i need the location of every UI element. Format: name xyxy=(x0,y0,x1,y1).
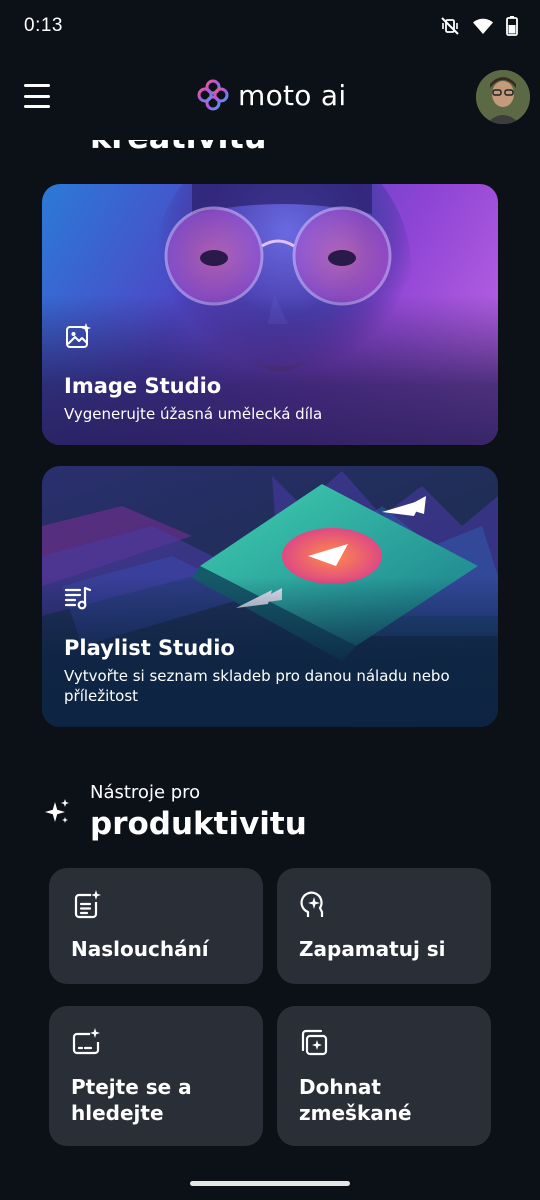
note-sparkle-icon xyxy=(74,890,101,919)
avatar-photo-icon xyxy=(476,70,530,124)
playlist-studio-card[interactable]: Playlist Studio Vytvořte si seznam sklad… xyxy=(42,466,498,727)
tool-tile-zapamatuj[interactable]: Zapamatuj si xyxy=(277,868,491,984)
vibrate-off-icon xyxy=(441,17,459,35)
menu-button[interactable] xyxy=(24,84,50,108)
status-bar: 0:13 xyxy=(0,0,540,56)
catch-up-icon xyxy=(301,1029,328,1056)
moto-ai-logo-icon xyxy=(197,79,229,111)
brain-sparkle-icon xyxy=(300,891,324,917)
tool-label: Naslouchání xyxy=(71,937,209,961)
tool-label: Ptejte se a hledejte xyxy=(71,1075,192,1125)
home-indicator[interactable] xyxy=(190,1181,350,1186)
card-title: Image Studio xyxy=(64,374,222,398)
image-sparkle-icon xyxy=(66,323,91,348)
status-icons xyxy=(440,16,518,36)
logo-text: moto ai xyxy=(238,78,347,112)
sparkle-icon xyxy=(45,799,69,823)
playlist-music-icon xyxy=(64,586,92,610)
tool-label: Dohnat zmeškané xyxy=(299,1075,412,1125)
card-title: Playlist Studio xyxy=(64,636,235,660)
section-title: produktivitu xyxy=(90,806,307,842)
battery-icon xyxy=(506,16,518,36)
productivity-section-header: Nástroje pro produktivitu xyxy=(44,780,504,846)
tool-tile-ptejte[interactable]: Ptejte se a hledejte xyxy=(49,1006,263,1146)
logo: moto ai xyxy=(196,78,346,112)
status-time: 0:13 xyxy=(24,15,63,36)
card-description: Vytvořte si seznam skladeb pro danou nál… xyxy=(64,667,450,705)
tool-label: Zapamatuj si xyxy=(299,937,446,961)
tool-tile-dohnat[interactable]: Dohnat zmeškané xyxy=(277,1006,491,1146)
image-studio-card[interactable]: Image Studio Vygenerujte úžasná umělecká… xyxy=(42,184,498,445)
wifi-icon xyxy=(473,18,493,34)
avatar[interactable] xyxy=(476,70,530,124)
app-header: moto ai xyxy=(0,56,540,140)
section-subtitle: Nástroje pro xyxy=(90,782,201,803)
tool-tile-naslouchani[interactable]: Naslouchání xyxy=(49,868,263,984)
card-description: Vygenerujte úžasná umělecká díla xyxy=(64,405,323,423)
search-sparkle-icon xyxy=(72,1028,100,1055)
